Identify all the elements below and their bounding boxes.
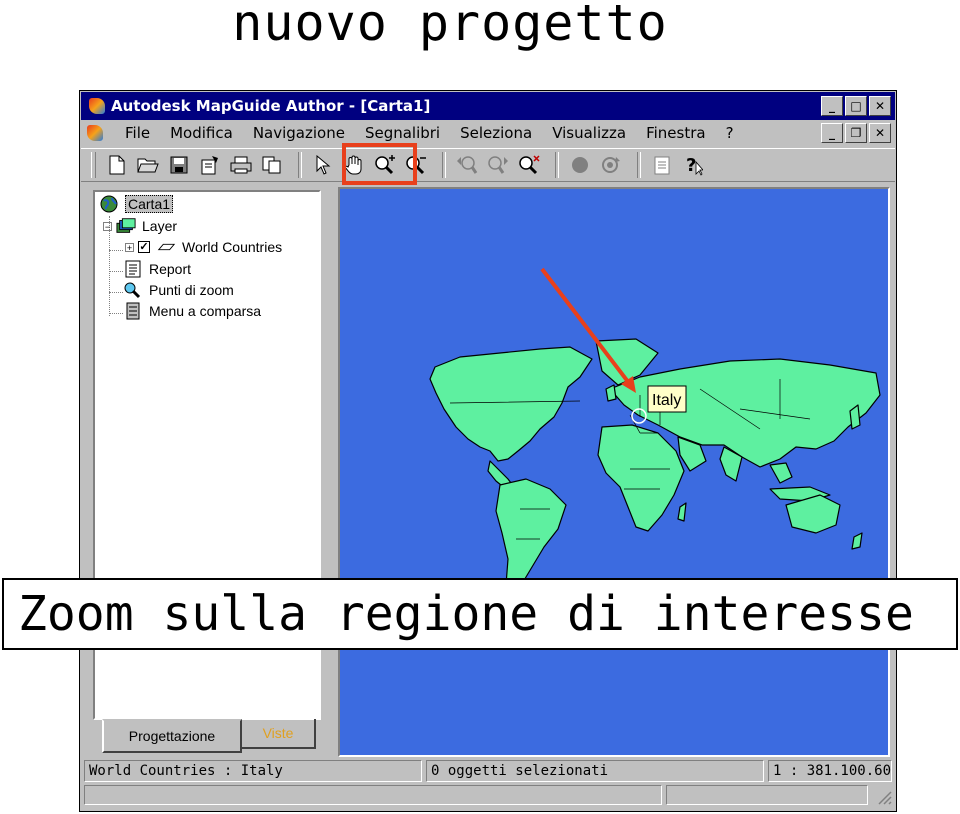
map-view[interactable]: Italy	[338, 187, 890, 757]
tree-item-layer-group[interactable]: − Layer	[103, 217, 177, 235]
menu-file[interactable]: File	[115, 124, 160, 142]
menu-seleziona[interactable]: Seleziona	[450, 124, 542, 142]
australia-landmass	[785, 494, 841, 534]
madagascar-landmass	[677, 502, 687, 522]
layer-visibility-checkbox[interactable]: ✓	[138, 241, 150, 253]
status-bar-secondary	[84, 785, 892, 805]
zoom-out-icon[interactable]	[403, 152, 429, 178]
tree-label-world-countries: World Countries	[182, 239, 283, 255]
select-pointer-icon[interactable]	[310, 152, 336, 178]
uk-landmass	[605, 384, 617, 402]
tab-viste[interactable]: Viste	[242, 719, 316, 749]
africa-landmass	[597, 424, 685, 532]
document-icon[interactable]	[85, 123, 105, 143]
world-map[interactable]: Italy	[340, 189, 888, 755]
zoom-next-icon[interactable]	[485, 152, 511, 178]
window-title: Autodesk MapGuide Author - [Carta1]	[111, 97, 431, 115]
menubar: File Modifica Navigazione Segnalibri Sel…	[81, 121, 895, 145]
tab-progettazione[interactable]: Progettazione	[102, 719, 242, 753]
tree-connector	[109, 250, 123, 251]
window-titlebar[interactable]: Autodesk MapGuide Author - [Carta1] _ □ …	[81, 92, 895, 120]
slide-caption: Zoom sulla regione di interesse	[2, 578, 958, 650]
project-panel: Carta1 − Layer + ✓ World Countries Repor…	[86, 187, 330, 759]
help-icon[interactable]: ?	[680, 152, 706, 178]
status-bar: World Countries : Italy 0 oggetti selezi…	[84, 760, 892, 782]
maximize-button[interactable]: □	[845, 96, 867, 116]
minimize-button[interactable]: _	[821, 96, 843, 116]
new-zealand-landmass	[851, 532, 863, 550]
panel-tabs: Progettazione Viste	[94, 719, 330, 759]
status-feature: World Countries : Italy	[84, 760, 422, 782]
menu-modifica[interactable]: Modifica	[160, 124, 243, 142]
document-controls: _ ❐ ✕	[821, 123, 891, 143]
tree-connector	[109, 271, 123, 272]
report-icon[interactable]	[649, 152, 675, 178]
print-icon[interactable]	[228, 152, 254, 178]
toolbar-separator	[555, 152, 559, 178]
save-icon[interactable]	[166, 152, 192, 178]
pan-hand-icon[interactable]	[341, 152, 367, 178]
popup-menu-icon	[123, 302, 143, 320]
resize-grip-icon[interactable]	[874, 787, 892, 805]
toolbar-separator	[298, 152, 302, 178]
toolbar-separator	[637, 152, 641, 178]
collapse-icon[interactable]: −	[103, 221, 112, 231]
menu-finestra[interactable]: Finestra	[636, 124, 716, 142]
tree-item-world-countries[interactable]: + ✓ World Countries	[125, 238, 282, 256]
southeast-asia-landmass	[769, 462, 793, 484]
expand-icon[interactable]: +	[125, 242, 134, 252]
status-scale: 1 : 381.100.609	[768, 760, 892, 782]
refresh-icon[interactable]	[598, 152, 624, 178]
tree-label-zoom-points: Punti di zoom	[149, 282, 234, 298]
svg-text:?: ?	[686, 155, 696, 176]
doc-restore-button[interactable]: ❐	[845, 123, 867, 143]
toolbar-grip[interactable]	[91, 152, 96, 178]
doc-minimize-button[interactable]: _	[821, 123, 843, 143]
stop-icon[interactable]	[567, 152, 593, 178]
tree-item-map[interactable]: Carta1	[99, 195, 174, 213]
zoom-previous-icon[interactable]	[454, 152, 480, 178]
tree-label-map: Carta1	[125, 195, 174, 213]
tree-label-layer-group: Layer	[142, 218, 178, 234]
status-selection: 0 oggetti selezionati	[426, 760, 764, 782]
tree-item-zoom-points[interactable]: Punti di zoom	[123, 281, 234, 299]
map-tooltip-text: Italy	[652, 392, 681, 409]
polygon-layer-icon	[156, 238, 176, 256]
north-america-landmass	[429, 346, 593, 462]
status-secondary-right	[666, 785, 868, 805]
zoom-clear-icon[interactable]	[516, 152, 542, 178]
tree-connector	[109, 292, 123, 293]
tree-label-popup-menu: Menu a comparsa	[149, 303, 262, 319]
properties-icon[interactable]	[197, 152, 223, 178]
zoom-in-icon[interactable]	[372, 152, 398, 178]
tree-item-report[interactable]: Report	[123, 260, 191, 278]
close-button[interactable]: ✕	[869, 96, 891, 116]
tree-item-popup-menu[interactable]: Menu a comparsa	[123, 302, 261, 320]
new-icon[interactable]	[104, 152, 130, 178]
layer-group-icon	[116, 217, 136, 235]
mapguide-app-icon	[87, 96, 107, 116]
globe-icon	[99, 195, 119, 213]
status-secondary-left	[84, 785, 662, 805]
zoom-points-icon	[123, 281, 143, 299]
open-icon[interactable]	[135, 152, 161, 178]
menu-navigazione[interactable]: Navigazione	[243, 124, 355, 142]
menu-segnalibri[interactable]: Segnalibri	[355, 124, 450, 142]
report-icon	[123, 260, 143, 278]
map-tooltip: Italy	[647, 385, 687, 413]
menu-visualizza[interactable]: Visualizza	[542, 124, 636, 142]
menu-help[interactable]: ?	[716, 124, 744, 142]
tree-connector	[109, 313, 123, 314]
slide-title: nuovo progetto	[232, 0, 668, 52]
toolbar: ?	[81, 148, 895, 182]
copy-icon[interactable]	[259, 152, 285, 178]
toolbar-separator	[442, 152, 446, 178]
doc-close-button[interactable]: ✕	[869, 123, 891, 143]
tree-label-report: Report	[149, 261, 192, 277]
window-controls: _ □ ✕	[821, 96, 891, 116]
